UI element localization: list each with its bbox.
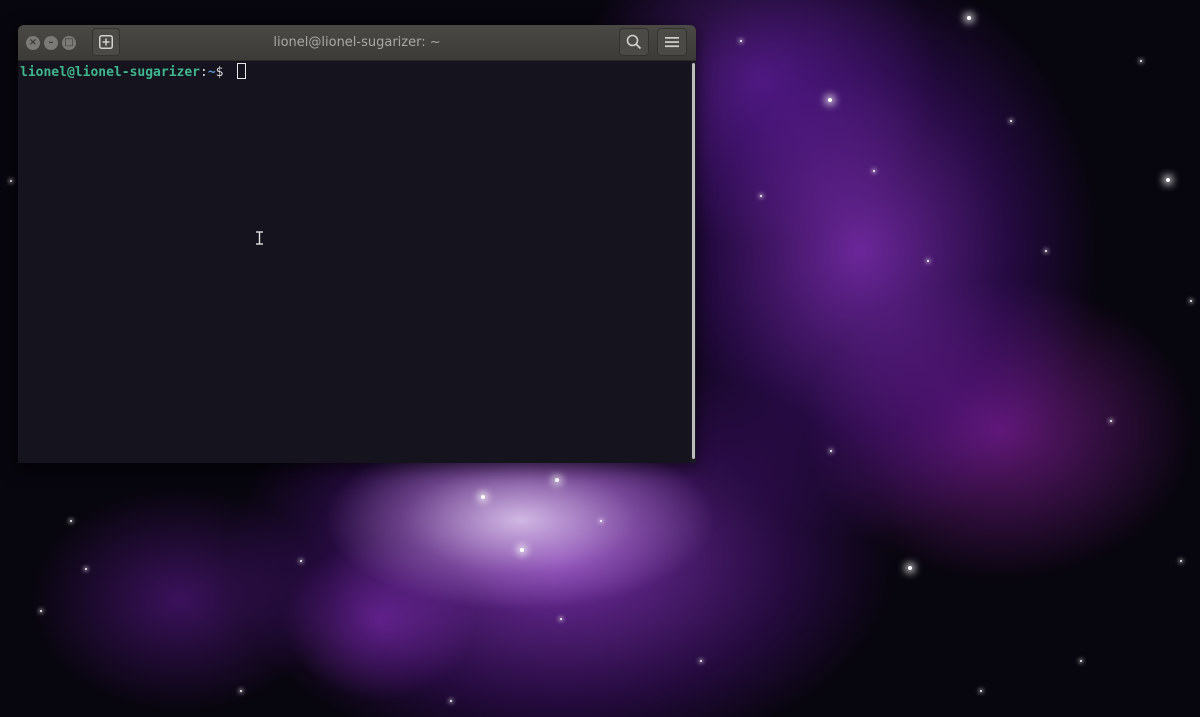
star xyxy=(300,560,302,562)
star xyxy=(560,618,562,620)
star xyxy=(1010,120,1012,122)
prompt-directory: ~ xyxy=(207,65,216,80)
star xyxy=(1080,660,1082,662)
search-button[interactable] xyxy=(619,28,649,56)
star xyxy=(927,260,929,262)
star xyxy=(760,195,762,197)
star xyxy=(481,495,485,499)
new-tab-icon xyxy=(99,35,113,49)
search-icon xyxy=(626,34,642,50)
star xyxy=(1140,60,1142,62)
terminal-output[interactable]: lionel@lionel-sugarizer:~$ xyxy=(18,61,690,463)
star xyxy=(980,690,982,692)
star xyxy=(70,520,72,522)
terminal-window: × – □ lionel@lionel-sugarizer: ~ lionel@… xyxy=(18,25,696,463)
star xyxy=(828,98,832,102)
scrollbar-thumb[interactable] xyxy=(692,63,695,459)
star xyxy=(240,690,242,692)
star xyxy=(830,450,832,452)
star xyxy=(1190,300,1192,302)
ibeam-cursor-icon xyxy=(256,231,263,245)
star xyxy=(450,700,452,702)
prompt-symbol: $ xyxy=(215,65,232,80)
minimize-icon[interactable]: – xyxy=(44,36,58,50)
star xyxy=(520,548,524,552)
menu-button[interactable] xyxy=(657,28,687,56)
star xyxy=(555,478,559,482)
star xyxy=(700,660,702,662)
star xyxy=(967,16,971,20)
star xyxy=(908,566,912,570)
prompt-line: lionel@lionel-sugarizer:~$ xyxy=(20,63,690,83)
maximize-icon[interactable]: □ xyxy=(62,36,76,50)
star xyxy=(40,610,42,612)
desktop: × – □ lionel@lionel-sugarizer: ~ lionel@… xyxy=(0,0,1200,717)
star xyxy=(1180,560,1182,562)
close-icon[interactable]: × xyxy=(26,36,40,50)
window-title: lionel@lionel-sugarizer: ~ xyxy=(273,35,441,50)
star xyxy=(1166,178,1170,182)
star xyxy=(1110,420,1112,422)
star xyxy=(740,40,742,42)
title-bar[interactable]: × – □ lionel@lionel-sugarizer: ~ xyxy=(18,25,696,61)
star xyxy=(85,568,87,570)
hamburger-menu-icon xyxy=(665,37,679,48)
star xyxy=(10,180,12,182)
star xyxy=(873,170,875,172)
star xyxy=(1045,250,1047,252)
star xyxy=(600,520,602,522)
scrollbar[interactable] xyxy=(690,61,696,463)
prompt-user-host: lionel@lionel-sugarizer xyxy=(20,65,201,80)
prompt-separator: : xyxy=(200,65,208,80)
new-tab-button[interactable] xyxy=(92,28,120,56)
text-cursor xyxy=(237,63,247,79)
